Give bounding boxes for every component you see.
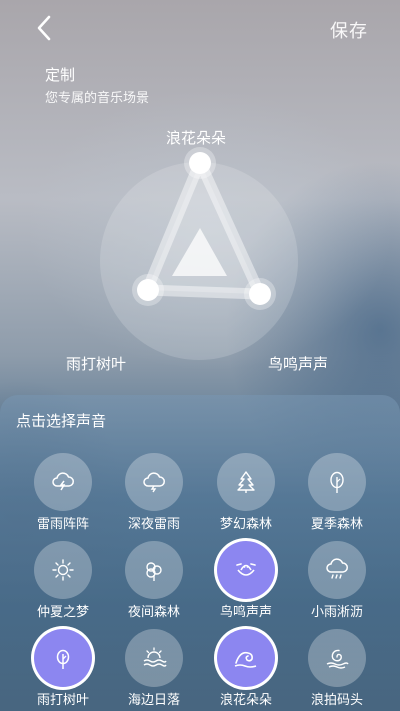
sound-bubble-selected xyxy=(34,629,92,687)
leafy-tree-icon xyxy=(330,471,344,493)
chevron-left-icon xyxy=(37,15,51,41)
thunderstorm-cloud-icon xyxy=(52,472,74,491)
sound-bubble xyxy=(125,629,183,687)
mixer-node-right[interactable] xyxy=(249,283,271,305)
page-title: 定制 xyxy=(45,66,76,84)
panel-title: 点击选择声音 xyxy=(16,412,107,430)
sound-label: 仲夏之梦 xyxy=(36,605,89,620)
sound-item[interactable]: 海边日落 xyxy=(109,621,199,708)
sound-bubble xyxy=(125,541,183,599)
sound-item[interactable]: 夜间森林 xyxy=(109,533,199,620)
top-bar: 保存 xyxy=(0,0,400,58)
mixer-triangle xyxy=(141,162,266,300)
sound-item[interactable]: 深夜雷雨 xyxy=(109,445,199,532)
pine-tree-icon xyxy=(237,471,255,493)
sound-bubble xyxy=(308,541,366,599)
sound-label: 夏季森林 xyxy=(310,517,363,532)
sound-item[interactable]: 浪拍码头 xyxy=(292,621,382,708)
rain-on-leaf-icon xyxy=(56,649,70,669)
sunset-sea-icon xyxy=(143,647,167,667)
sound-label: 海边日落 xyxy=(127,693,180,708)
wave-icon xyxy=(234,651,257,668)
sound-picker-panel: 点击选择声音 雷雨阵阵 深夜雷雨 梦幻森林 夏季森林 仲夏之梦 夜间森林 鸟鸣声… xyxy=(0,395,400,711)
sound-bubble xyxy=(34,453,92,511)
sound-item[interactable]: 夏季森林 xyxy=(292,445,382,532)
rain-cloud-icon xyxy=(326,558,348,579)
mixer-node-left[interactable] xyxy=(137,279,159,301)
sound-label: 小雨淅沥 xyxy=(310,605,363,620)
sound-mixer[interactable] xyxy=(100,152,298,360)
back-button[interactable] xyxy=(30,14,58,42)
bird-nest-icon xyxy=(236,563,256,576)
sun-icon xyxy=(52,559,74,581)
sound-label: 鸟鸣声声 xyxy=(219,605,272,620)
sound-item[interactable]: 小雨淅沥 xyxy=(292,533,382,620)
sound-bubble xyxy=(217,453,275,511)
sound-item[interactable]: 梦幻森林 xyxy=(201,445,291,532)
mixer-left-label: 雨打树叶 xyxy=(66,355,127,373)
sound-bubble-selected xyxy=(217,629,275,687)
sound-label: 浪花朵朵 xyxy=(219,693,272,708)
mixer-node-top[interactable] xyxy=(189,152,211,174)
sound-item[interactable]: 浪花朵朵 xyxy=(201,621,291,708)
save-button[interactable]: 保存 xyxy=(330,17,368,43)
mixer-right-label: 鸟鸣声声 xyxy=(268,355,329,373)
sound-item[interactable]: 仲夏之梦 xyxy=(18,533,108,620)
page-subtitle: 您专属的音乐场景 xyxy=(45,91,150,106)
sound-item[interactable]: 雷雨阵阵 xyxy=(18,445,108,532)
spiral-wave-icon xyxy=(326,649,349,669)
sound-bubble xyxy=(34,541,92,599)
night-trees-icon xyxy=(146,562,162,581)
sound-item[interactable]: 鸟鸣声声 xyxy=(201,533,291,620)
mixer-top-label: 浪花朵朵 xyxy=(166,129,227,147)
sound-bubble-selected xyxy=(217,541,275,599)
sound-label: 夜间森林 xyxy=(127,605,180,620)
sound-bubble xyxy=(308,629,366,687)
sound-label: 深夜雷雨 xyxy=(127,517,180,532)
sound-label: 雨打树叶 xyxy=(36,693,89,708)
sound-label: 浪拍码头 xyxy=(310,693,363,708)
sound-label: 雷雨阵阵 xyxy=(36,517,89,532)
sound-bubble xyxy=(125,453,183,511)
sound-item[interactable]: 雨打树叶 xyxy=(18,621,108,708)
sound-bubble xyxy=(308,453,366,511)
night-thunder-cloud-icon xyxy=(143,472,165,493)
sound-label: 梦幻森林 xyxy=(219,517,272,532)
